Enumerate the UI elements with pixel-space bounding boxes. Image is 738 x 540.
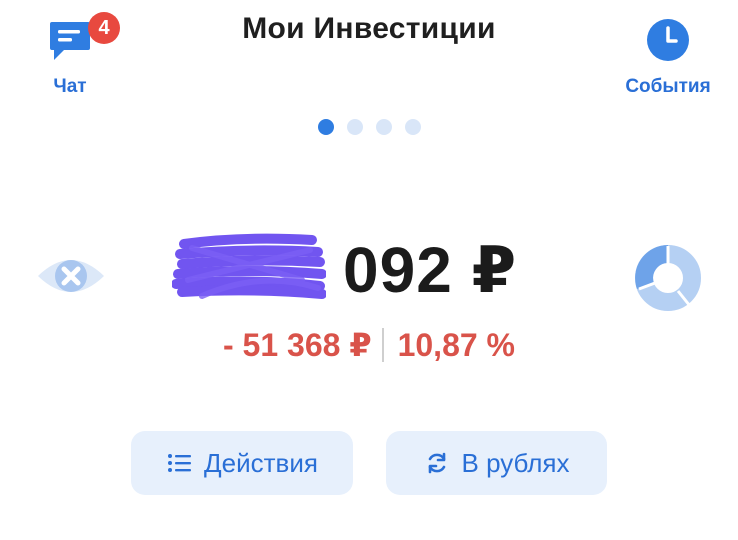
events-label: События — [625, 76, 711, 97]
list-icon — [168, 454, 192, 472]
portfolio-change: - 51 368 ₽ 10,87 % — [0, 326, 738, 364]
actions-button-label: Действия — [204, 447, 318, 478]
events-button[interactable]: События — [620, 14, 720, 104]
donut-chart-icon[interactable] — [634, 244, 702, 312]
change-percent: 10,87 % — [397, 327, 515, 363]
masked-balance-scribble — [172, 233, 326, 299]
portfolio-balance: 092 ₽ — [343, 234, 518, 306]
investments-screen: 4 Чат Мои Инвестиции События 092 ₽ - 51 … — [0, 0, 738, 540]
page-dot[interactable] — [347, 119, 363, 135]
currency-toggle-button[interactable]: В рублях — [386, 431, 607, 495]
page-indicator — [318, 119, 421, 135]
change-separator — [381, 328, 384, 362]
chat-label: Чат — [53, 76, 87, 97]
change-amount: - 51 368 ₽ — [223, 327, 372, 363]
eye-off-icon[interactable] — [36, 250, 106, 302]
clock-icon — [647, 19, 689, 61]
page-dot[interactable] — [405, 119, 421, 135]
page-dot-active[interactable] — [318, 119, 334, 135]
actions-button[interactable]: Действия — [131, 431, 353, 495]
page-dot[interactable] — [376, 119, 392, 135]
currency-button-label: В рублях — [461, 447, 570, 478]
refresh-icon — [428, 452, 445, 474]
